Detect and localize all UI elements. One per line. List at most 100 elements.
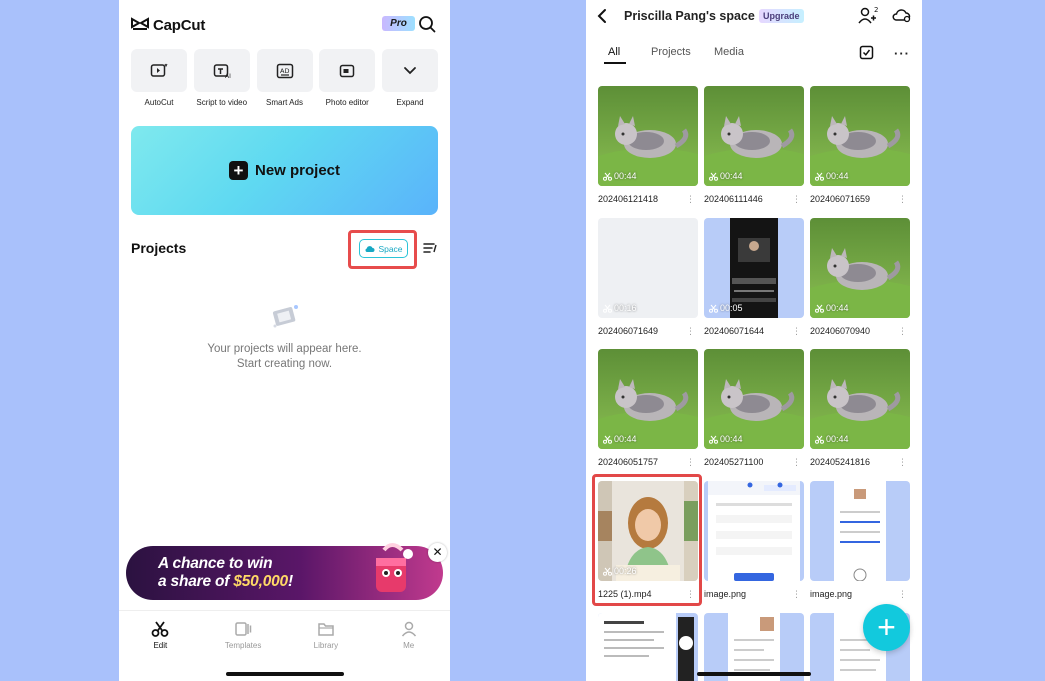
- media-thumbnail[interactable]: 00:44: [598, 349, 698, 449]
- tool-label: Photo editor: [325, 98, 369, 107]
- tool-autocut[interactable]: AutoCut: [131, 49, 187, 107]
- media-item[interactable]: 00:44 202405241816 ⋮: [810, 349, 910, 467]
- chevron-down-icon: [404, 66, 416, 74]
- media-item[interactable]: 00:44 202406121418 ⋮: [598, 86, 698, 204]
- item-more-icon[interactable]: ⋮: [686, 457, 695, 468]
- item-more-icon[interactable]: ⋮: [686, 589, 695, 600]
- scissors-icon: [603, 435, 612, 444]
- space-button[interactable]: Space: [359, 239, 408, 258]
- collab-count: 2: [874, 6, 878, 14]
- right-phone-screen: Priscilla Pang's space Upgrade 2 All Pro…: [586, 0, 922, 681]
- media-duration: 00:44: [815, 303, 849, 313]
- media-name: 202405271100 ⋮: [704, 457, 801, 468]
- media-name: image.png ⋮: [810, 589, 907, 600]
- capcut-logo-icon: [131, 17, 149, 30]
- item-more-icon[interactable]: ⋮: [792, 589, 801, 600]
- tool-photo-editor[interactable]: Photo editor: [319, 49, 376, 107]
- scissors-icon: [709, 435, 718, 444]
- media-item[interactable]: image.png ⋮: [810, 481, 910, 599]
- sort-icon[interactable]: [423, 241, 438, 255]
- tool-expand[interactable]: Expand: [382, 49, 438, 107]
- media-item[interactable]: image.png ⋮: [704, 481, 804, 599]
- promo-text: A chance to win a share of $50,000!: [158, 555, 293, 590]
- new-project-button[interactable]: + New project: [131, 126, 438, 215]
- brand-row: CapCut Pro: [131, 13, 438, 37]
- nav-templates[interactable]: Templates: [202, 611, 285, 681]
- item-more-icon[interactable]: ⋮: [898, 326, 907, 337]
- space-highlight-box: Space: [348, 230, 417, 269]
- media-item[interactable]: [598, 613, 698, 681]
- new-project-label: New project: [254, 162, 341, 179]
- item-more-icon[interactable]: ⋮: [898, 457, 907, 468]
- scissors-icon: [603, 172, 612, 181]
- upgrade-badge[interactable]: Upgrade: [759, 9, 804, 23]
- brand-name: CapCut: [153, 16, 206, 34]
- close-promo-button[interactable]: ✕: [428, 543, 447, 562]
- media-thumbnail[interactable]: 00:44: [810, 86, 910, 186]
- photo-editor-icon: [340, 64, 355, 77]
- media-thumbnail[interactable]: 00:44: [704, 86, 804, 186]
- more-options-icon[interactable]: ···: [894, 47, 910, 60]
- back-arrow-icon[interactable]: [596, 8, 608, 24]
- media-name: 202406071644 ⋮: [704, 326, 801, 337]
- nav-me[interactable]: Me: [367, 611, 450, 681]
- item-more-icon[interactable]: ⋮: [686, 326, 695, 337]
- nav-edit[interactable]: Edit: [119, 611, 202, 681]
- media-item[interactable]: 00:44 202406111446 ⋮: [704, 86, 804, 204]
- cloud-settings-icon[interactable]: [891, 6, 913, 24]
- media-name: 1225 (1).mp4 ⋮: [598, 589, 695, 600]
- item-more-icon[interactable]: ⋮: [792, 194, 801, 205]
- media-thumbnail[interactable]: 00:44: [810, 218, 910, 318]
- media-thumbnail[interactable]: 00:44: [810, 349, 910, 449]
- item-more-icon[interactable]: ⋮: [898, 589, 907, 600]
- media-thumbnail[interactable]: [598, 613, 698, 681]
- media-item[interactable]: 00:44 202405271100 ⋮: [704, 349, 804, 467]
- pro-badge[interactable]: Pro: [382, 16, 415, 31]
- media-item[interactable]: 00:05 202406071644 ⋮: [704, 218, 804, 336]
- script-to-video-icon: AI: [213, 63, 231, 79]
- media-item[interactable]: 00:44 202406070940 ⋮: [810, 218, 910, 336]
- active-tab-underline: [604, 62, 626, 64]
- media-thumbnail[interactable]: 00:26: [598, 481, 698, 581]
- tool-label: Script to video: [196, 98, 248, 107]
- media-item[interactable]: 00:26 1225 (1).mp4 ⋮: [598, 481, 698, 599]
- item-more-icon[interactable]: ⋮: [792, 457, 801, 468]
- media-duration: 00:16: [603, 303, 637, 313]
- space-title: Priscilla Pang's space: [624, 9, 755, 23]
- media-item[interactable]: 00:44 202406071659 ⋮: [810, 86, 910, 204]
- scissors-icon: [151, 621, 169, 637]
- item-more-icon[interactable]: ⋮: [898, 194, 907, 205]
- media-thumbnail[interactable]: 00:44: [704, 349, 804, 449]
- tool-label: Smart Ads: [266, 98, 303, 107]
- media-item[interactable]: [704, 613, 804, 681]
- tab-media[interactable]: Media: [714, 46, 744, 58]
- tool-smart-ads[interactable]: AD Smart Ads: [256, 49, 313, 107]
- media-thumbnail[interactable]: [704, 613, 804, 681]
- media-thumbnail[interactable]: 00:44: [598, 86, 698, 186]
- tool-label: Expand: [396, 98, 424, 107]
- tab-all[interactable]: All: [608, 46, 620, 58]
- media-thumbnail[interactable]: [704, 481, 804, 581]
- user-icon: [401, 621, 416, 637]
- plus-icon: +: [228, 161, 248, 180]
- media-grid: 00:44 202406121418 ⋮ 00:44 202406111446 ⋮ 00:4…: [586, 68, 922, 681]
- tab-projects[interactable]: Projects: [651, 46, 691, 58]
- tool-script-to-video[interactable]: AI Script to video: [193, 49, 250, 107]
- add-collaborator-icon[interactable]: 2: [858, 6, 880, 24]
- media-item[interactable]: 00:44 202406051757 ⋮: [598, 349, 698, 467]
- item-more-icon[interactable]: ⋮: [686, 194, 695, 205]
- media-thumbnail[interactable]: 00:05: [704, 218, 804, 318]
- media-item[interactable]: 00:16 202406071649 ⋮: [598, 218, 698, 336]
- space-label: Space: [378, 243, 403, 254]
- media-name: 202406111446 ⋮: [704, 194, 801, 205]
- media-thumbnail[interactable]: [810, 481, 910, 581]
- search-icon[interactable]: [418, 15, 436, 33]
- nav-library[interactable]: Library: [285, 611, 368, 681]
- promo-banner[interactable]: A chance to win a share of $50,000! ✕: [126, 543, 447, 600]
- item-more-icon[interactable]: ⋮: [792, 326, 801, 337]
- multi-select-icon[interactable]: [859, 45, 874, 60]
- media-thumbnail[interactable]: 00:16: [598, 218, 698, 318]
- scissors-icon: [603, 304, 612, 313]
- gift-mascot-icon: [376, 543, 413, 592]
- add-fab-button[interactable]: +: [863, 604, 910, 651]
